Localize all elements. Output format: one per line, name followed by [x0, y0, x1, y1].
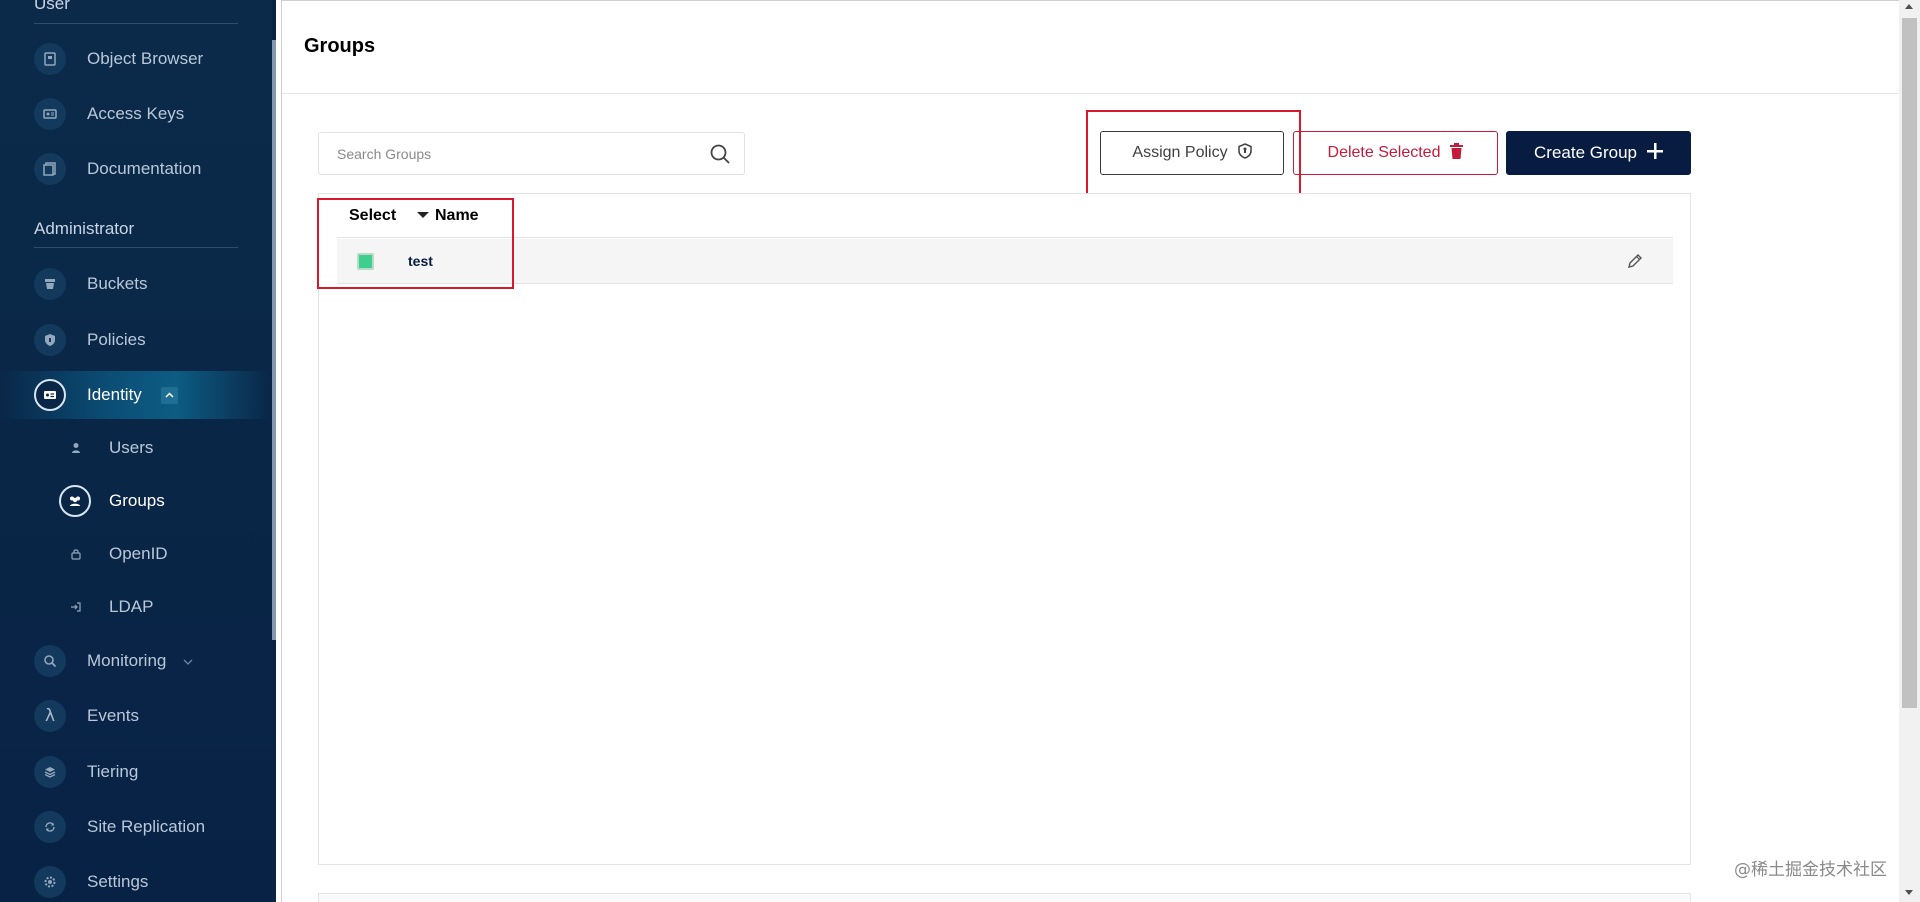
- scroll-up-arrow-icon[interactable]: [1905, 4, 1913, 9]
- sidebar-item-label: Access Keys: [87, 104, 185, 123]
- login-icon: [63, 594, 89, 620]
- identity-icon: [34, 379, 66, 411]
- row-group-name[interactable]: test: [408, 253, 433, 269]
- user-icon: [63, 435, 89, 461]
- create-group-button[interactable]: Create Group: [1506, 131, 1691, 175]
- gear-icon: [34, 866, 66, 898]
- tiering-icon: [34, 756, 66, 788]
- sidebar-item-buckets[interactable]: Buckets: [0, 260, 270, 308]
- sidebar-scrollbar-thumb[interactable]: [272, 40, 276, 640]
- sidebar-item-documentation[interactable]: Documentation: [0, 145, 270, 193]
- sidebar-item-tiering[interactable]: Tiering: [0, 748, 270, 796]
- sidebar-subitem-label: OpenID: [109, 544, 168, 563]
- search-box[interactable]: [318, 132, 745, 175]
- sidebar-item-access-keys[interactable]: Access Keys: [0, 90, 270, 138]
- chevron-down-icon[interactable]: [183, 654, 193, 668]
- bottom-panel: [318, 893, 1691, 902]
- replication-icon: [34, 811, 66, 843]
- documentation-icon: [34, 153, 66, 185]
- plus-icon: [1647, 142, 1663, 164]
- sidebar-item-settings[interactable]: Settings: [0, 858, 270, 902]
- scroll-down-arrow-icon[interactable]: [1905, 890, 1913, 895]
- chevron-up-icon[interactable]: [161, 386, 178, 404]
- main-content: Groups Assign Policy Delete Selected Cre…: [281, 0, 1900, 902]
- lambda-icon: λ: [34, 700, 66, 732]
- monitoring-icon: [34, 645, 66, 677]
- sidebar-item-label: Settings: [87, 872, 149, 891]
- sidebar-item-object-browser[interactable]: Object Browser: [0, 35, 270, 83]
- sidebar-item-label: Policies: [87, 330, 146, 349]
- sidebar-item-label: Buckets: [87, 274, 148, 293]
- delete-selected-label: Delete Selected: [1327, 144, 1441, 161]
- access-keys-icon: [34, 98, 66, 130]
- lock-icon: [63, 541, 89, 567]
- column-header-name[interactable]: Name: [435, 207, 479, 225]
- sidebar-subitem-ldap[interactable]: LDAP: [0, 587, 270, 627]
- sidebar-subitem-groups[interactable]: Groups: [0, 481, 270, 521]
- sort-down-icon[interactable]: [417, 212, 429, 218]
- watermark: @稀土掘金技术社区: [1734, 860, 1887, 880]
- delete-selected-button[interactable]: Delete Selected: [1293, 131, 1498, 175]
- buckets-icon: [34, 268, 66, 300]
- sidebar-subitem-label: LDAP: [109, 597, 154, 616]
- sidebar-item-label: Events: [87, 706, 139, 725]
- section-title-administrator: Administrator: [34, 219, 135, 238]
- page-scrollbar[interactable]: [1899, 0, 1920, 902]
- row-checkbox[interactable]: [357, 253, 374, 270]
- assign-policy-label: Assign Policy: [1132, 144, 1228, 161]
- assign-policy-button[interactable]: Assign Policy: [1100, 131, 1284, 175]
- sidebar-item-label: Site Replication: [87, 817, 206, 836]
- groups-icon: [59, 485, 91, 517]
- sidebar-item-label: Monitoring: [87, 651, 167, 670]
- sidebar-subitem-openid[interactable]: OpenID: [0, 534, 270, 574]
- column-header-select[interactable]: Select: [349, 207, 396, 225]
- sidebar-item-monitoring[interactable]: Monitoring: [0, 637, 270, 685]
- header-divider: [282, 93, 1900, 94]
- sidebar-item-policies[interactable]: Policies: [0, 316, 270, 364]
- search-input[interactable]: [319, 133, 699, 174]
- sidebar-item-site-replication[interactable]: Site Replication: [0, 803, 270, 851]
- section-divider: [34, 247, 238, 248]
- object-browser-icon: [34, 43, 66, 75]
- sidebar-subitem-label: Groups: [109, 491, 165, 510]
- sidebar-subitem-users[interactable]: Users: [0, 428, 270, 468]
- sidebar-item-label: Tiering: [87, 762, 139, 781]
- trash-icon: [1450, 142, 1464, 164]
- sidebar-item-identity[interactable]: Identity: [0, 371, 270, 419]
- table-header: Select Name: [337, 194, 1673, 238]
- search-icon[interactable]: [709, 143, 731, 165]
- policies-icon: [34, 324, 66, 356]
- sidebar-item-events[interactable]: λ Events: [0, 692, 270, 740]
- create-group-label: Create Group: [1534, 143, 1637, 162]
- sidebar-item-label: Object Browser: [87, 49, 204, 68]
- page-title: Groups: [304, 35, 376, 57]
- sidebar-item-label: Documentation: [87, 159, 202, 178]
- page-scrollbar-thumb[interactable]: [1902, 18, 1917, 708]
- groups-table: Select Name test: [318, 193, 1691, 865]
- edit-icon[interactable]: [1625, 251, 1645, 271]
- sidebar-subitem-label: Users: [109, 438, 154, 457]
- section-divider: [34, 23, 238, 24]
- sidebar-scrollbar[interactable]: [272, 0, 276, 902]
- table-row[interactable]: test: [337, 239, 1673, 284]
- sidebar-item-label: Identity: [87, 385, 142, 404]
- section-title-user: User: [34, 0, 70, 13]
- shield-icon: [1237, 142, 1252, 164]
- sidebar: User Object Browser Access Keys Document…: [0, 0, 276, 902]
